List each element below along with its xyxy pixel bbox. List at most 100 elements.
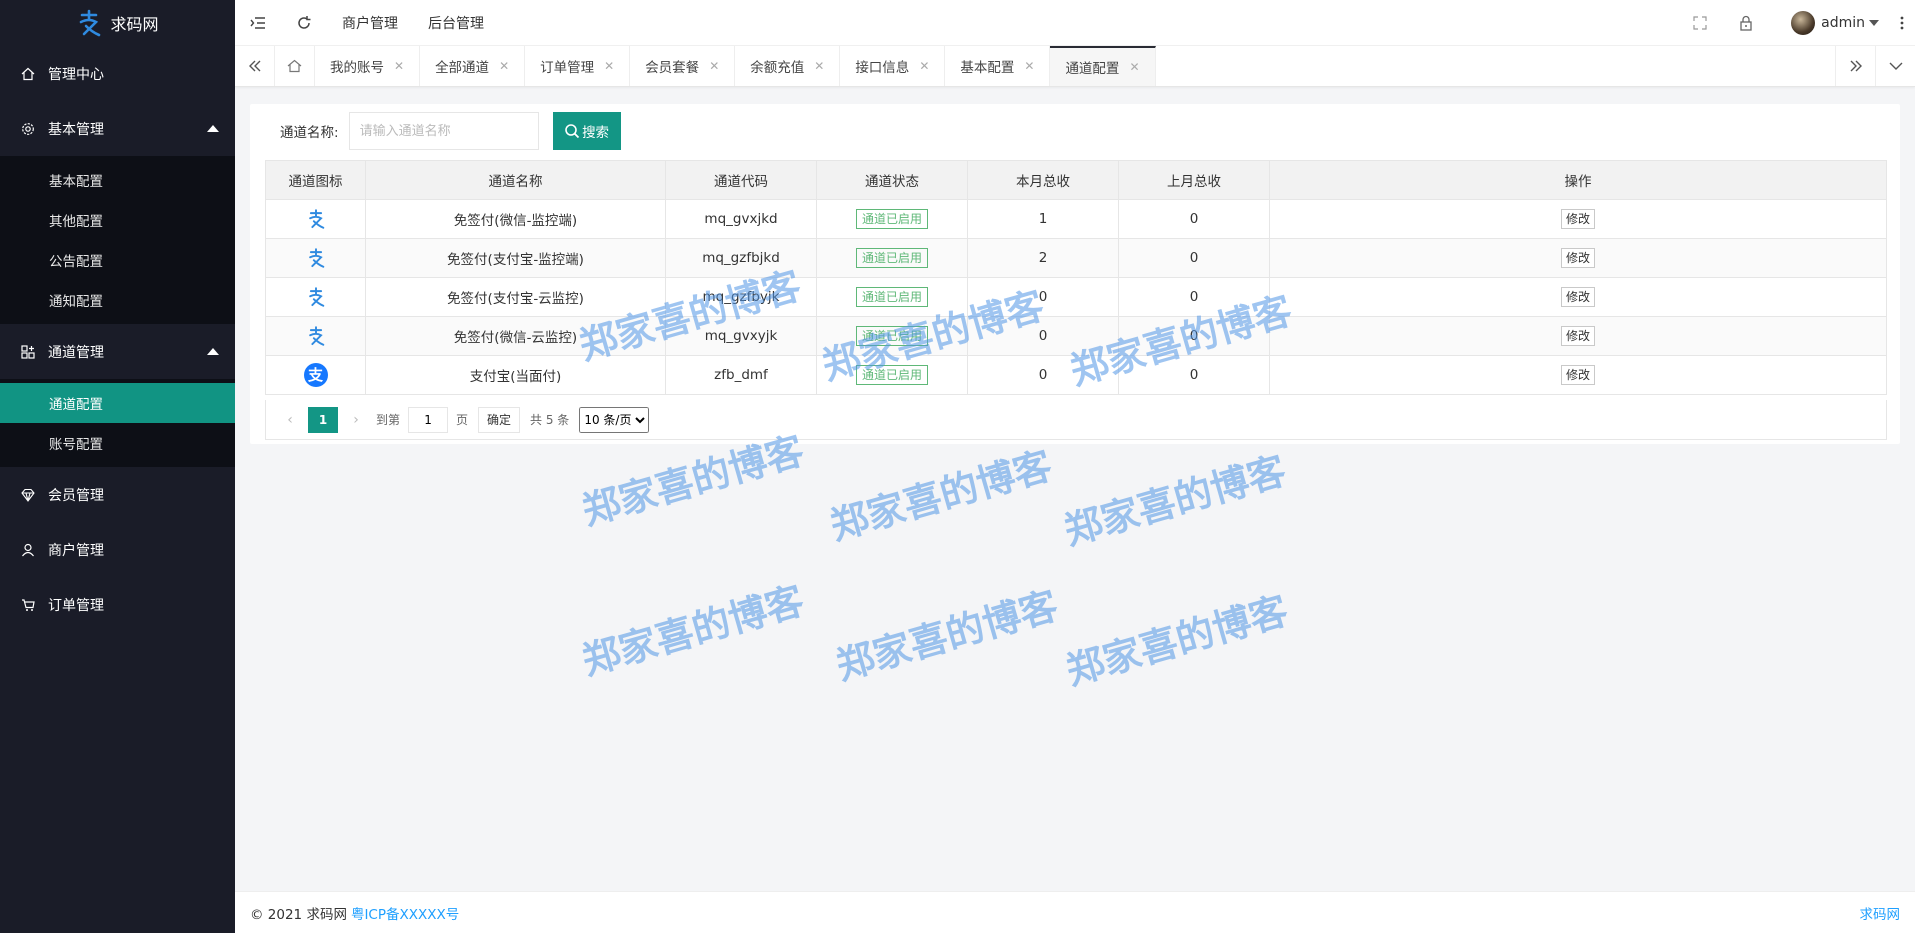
watermark: 郑家喜的博客	[1061, 588, 1293, 694]
next-page-icon[interactable]: ›	[344, 412, 368, 428]
watermark: 郑家喜的博客	[1059, 448, 1291, 554]
tabs-scroll-right-icon[interactable]	[1835, 46, 1875, 86]
sidebar-item-other-config[interactable]: 其他配置	[0, 200, 235, 240]
watermark: 郑家喜的博客	[577, 578, 809, 684]
footer-brand-link[interactable]: 求码网	[1860, 903, 1901, 923]
tab-home-icon[interactable]	[275, 46, 315, 86]
this-month-total: 0	[967, 355, 1119, 395]
this-month-total: 0	[967, 316, 1119, 356]
nav-item-member[interactable]: 会员管理	[0, 467, 235, 522]
watermark: 郑家喜的博客	[831, 583, 1063, 689]
tabs-menu-chevron-down-icon[interactable]	[1875, 46, 1915, 86]
tab-member-plans[interactable]: 会员套餐 ✕	[630, 46, 736, 86]
channel-code: mq_gzfbjkd	[665, 238, 817, 278]
lock-icon[interactable]	[1723, 0, 1769, 46]
fullscreen-icon[interactable]	[1677, 0, 1723, 46]
goto-label: 到第	[376, 413, 401, 427]
column-header[interactable]: 通道名称	[365, 160, 666, 200]
sidebar-item-notify-config[interactable]: 通知配置	[0, 280, 235, 320]
sidebar-item-account-config[interactable]: 账号配置	[0, 423, 235, 463]
close-icon[interactable]: ✕	[499, 59, 509, 73]
header-link-admin[interactable]: 后台管理	[413, 13, 499, 33]
tab-label: 会员套餐	[645, 60, 700, 76]
nav-label: 基本管理	[48, 121, 104, 138]
close-icon[interactable]: ✕	[814, 59, 824, 73]
status-badge: 通道已启用	[855, 248, 928, 268]
icp-link[interactable]: 粤ICP备XXXXX号	[351, 903, 459, 923]
user-menu[interactable]: admin	[1769, 10, 1889, 35]
tab-channel-config[interactable]: 通道配置 ✕	[1050, 46, 1156, 86]
qiuma-logo-icon	[80, 9, 101, 37]
caret-up-icon	[207, 124, 219, 132]
nav-item-order[interactable]: 订单管理	[0, 577, 235, 632]
nav-item-merchant[interactable]: 商户管理	[0, 522, 235, 577]
nav-item-channel[interactable]: 通道管理	[0, 324, 235, 379]
edit-button[interactable]: 修改	[1560, 248, 1595, 268]
nav-label: 通道管理	[48, 344, 104, 361]
tab-balance-recharge[interactable]: 余额充值 ✕	[735, 46, 841, 86]
edit-button[interactable]: 修改	[1560, 326, 1595, 346]
avatar	[1791, 10, 1816, 35]
refresh-icon[interactable]	[281, 0, 327, 46]
header-link-merchant[interactable]: 商户管理	[327, 13, 413, 33]
nav-label: 管理中心	[48, 66, 104, 83]
sidebar-item-channel-config[interactable]: 通道配置	[0, 383, 235, 423]
tabs-scroll-left-icon[interactable]	[235, 46, 275, 86]
edit-button[interactable]: 修改	[1560, 365, 1595, 385]
chevron-down-icon	[1869, 19, 1879, 26]
close-icon[interactable]: ✕	[394, 59, 404, 73]
prev-page-icon[interactable]: ‹	[278, 412, 302, 428]
channel-code: mq_gzfbyjk	[665, 277, 817, 317]
column-header[interactable]: 通道代码	[665, 160, 817, 200]
sidebar-item-basic-config[interactable]: 基本配置	[0, 160, 235, 200]
column-header[interactable]: 上月总收	[1118, 160, 1270, 200]
search-icon	[565, 124, 580, 139]
tab-all-channels[interactable]: 全部通道 ✕	[420, 46, 526, 86]
more-vertical-icon[interactable]	[1889, 0, 1915, 46]
search-button[interactable]: 搜索	[552, 112, 621, 150]
goto-page-input[interactable]	[408, 406, 449, 433]
sidebar-item-notice-config[interactable]: 公告配置	[0, 240, 235, 280]
current-page[interactable]: 1	[308, 406, 338, 433]
nav-item-basic[interactable]: 基本管理	[0, 101, 235, 156]
last-month-total: 0	[1118, 238, 1270, 278]
close-icon[interactable]: ✕	[919, 59, 929, 73]
close-icon[interactable]: ✕	[1129, 60, 1139, 74]
goto-confirm-button[interactable]: 确定	[478, 406, 521, 433]
column-header[interactable]: 通道状态	[816, 160, 968, 200]
tab-my-account[interactable]: 我的账号 ✕	[315, 46, 421, 86]
column-header[interactable]: 操作	[1269, 160, 1887, 200]
tab-label: 全部通道	[435, 60, 490, 76]
channel-name-search-input[interactable]	[348, 112, 539, 150]
submenu-basic: 基本配置 其他配置 公告配置 通知配置	[0, 156, 235, 324]
tab-api-info[interactable]: 接口信息 ✕	[840, 46, 946, 86]
nav-label: 商户管理	[48, 542, 104, 559]
table-row: 免签付(支付宝-监控端) mq_gzfbjkd 通道已启用 2 0 修改	[265, 238, 1887, 278]
close-icon[interactable]: ✕	[604, 59, 614, 73]
status-badge: 通道已启用	[855, 209, 928, 229]
column-header[interactable]: 本月总收	[967, 160, 1119, 200]
nav-item-dashboard[interactable]: 管理中心	[0, 46, 235, 101]
page-size-select[interactable]: 10 条/页	[579, 406, 650, 433]
tab-orders[interactable]: 订单管理 ✕	[525, 46, 631, 86]
edit-button[interactable]: 修改	[1560, 287, 1595, 307]
channel-code: zfb_dmf	[665, 355, 817, 395]
tab-basic-config[interactable]: 基本配置 ✕	[945, 46, 1051, 86]
top-header: 商户管理 后台管理 admin	[235, 0, 1915, 46]
total-count: 共 5 条	[530, 413, 570, 427]
column-header[interactable]: 通道图标	[265, 160, 366, 200]
logo[interactable]: 求码网	[0, 0, 235, 46]
qiuma-logo-icon	[304, 246, 328, 270]
last-month-total: 0	[1118, 355, 1270, 395]
edit-button[interactable]: 修改	[1560, 209, 1595, 229]
table-row: 免签付(微信-监控端) mq_gvxjkd 通道已启用 1 0 修改	[265, 199, 1887, 239]
close-icon[interactable]: ✕	[709, 59, 719, 73]
watermark: 郑家喜的博客	[825, 443, 1057, 549]
diamond-icon	[20, 487, 36, 503]
menu-toggle-icon[interactable]	[235, 0, 281, 46]
search-button-label: 搜索	[582, 125, 610, 140]
close-icon[interactable]: ✕	[1024, 59, 1034, 73]
qiuma-logo-icon	[304, 285, 328, 309]
search-form: 通道名称: 搜索	[280, 112, 621, 150]
gear-icon	[20, 121, 36, 137]
